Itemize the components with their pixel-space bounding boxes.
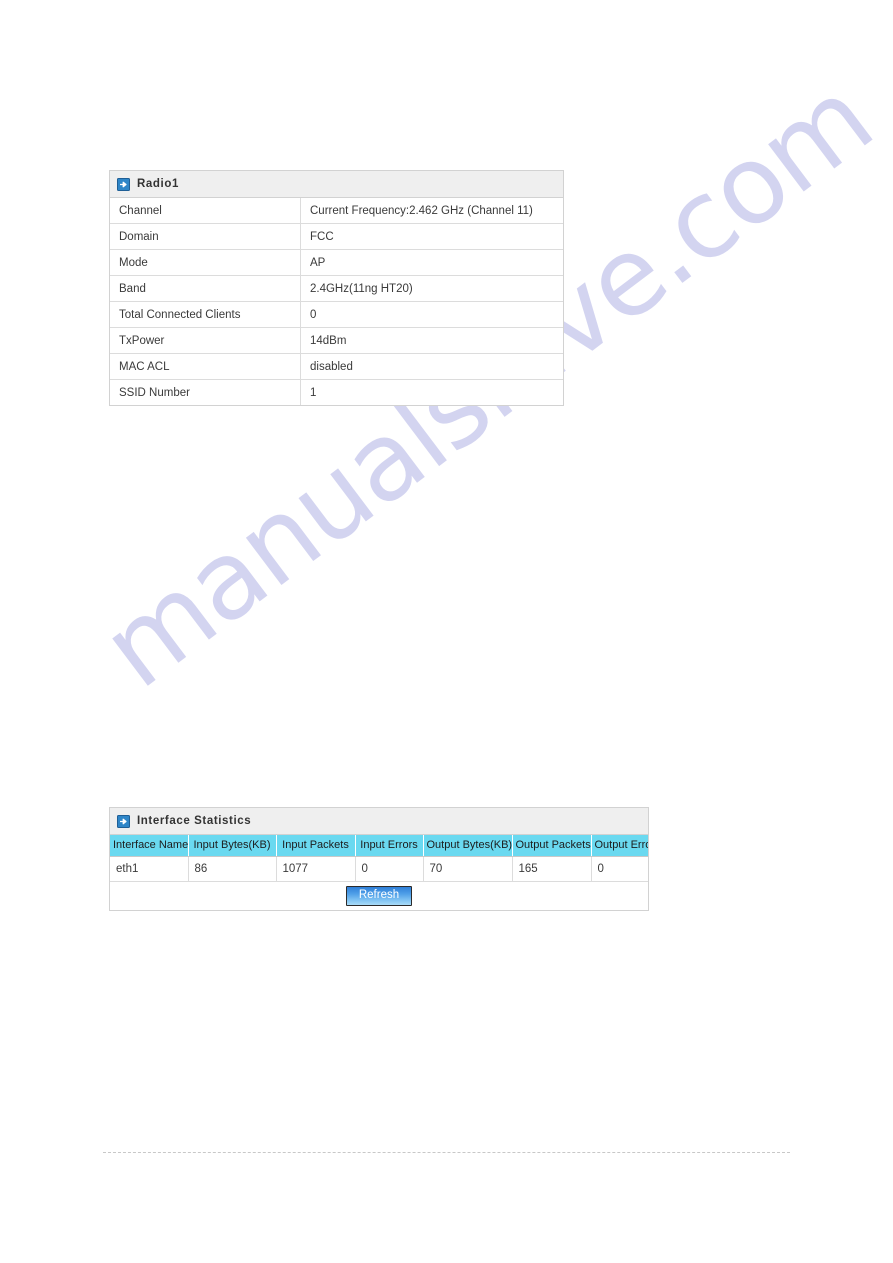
radio1-panel-header: Radio1 [110,171,563,198]
table-row: Band 2.4GHz(11ng HT20) [110,275,563,302]
interface-statistics-table: Interface Name Input Bytes(KB) Input Pac… [110,835,648,910]
interface-statistics-panel-header: Interface Statistics [110,808,648,835]
radio1-info-table: Channel Current Frequency:2.462 GHz (Cha… [110,198,563,405]
column-header-interface-name: Interface Name [110,835,189,857]
table-row: Channel Current Frequency:2.462 GHz (Cha… [110,198,563,224]
column-header-input-errors: Input Errors [355,835,424,857]
row-label-mac-acl: MAC ACL [110,353,301,380]
row-label-txpower: TxPower [110,327,301,354]
row-value-channel: Current Frequency:2.462 GHz (Channel 11) [310,204,533,217]
table-row: SSID Number 1 [110,379,563,405]
row-label-domain: Domain [110,223,301,250]
row-label-ssid-number: SSID Number [110,379,301,405]
table-row: Domain FCC [110,223,563,250]
cell-output-packets: 165 [512,856,592,882]
page-footer-divider [103,1152,790,1153]
column-header-input-bytes: Input Bytes(KB) [188,835,277,857]
column-header-input-packets: Input Packets [276,835,356,857]
row-label-total-connected-clients: Total Connected Clients [110,301,301,328]
row-value-total-connected-clients: 0 [300,301,563,328]
row-label-band: Band [110,275,301,302]
row-value-domain: FCC [300,223,563,250]
cell-input-packets: 1077 [276,856,356,882]
column-header-output-errors: Output Errors [591,835,648,857]
row-value-ssid-number: 1 [300,379,563,405]
cell-input-bytes: 86 [188,856,277,882]
table-footer-row: Refresh [110,881,648,910]
table-row: TxPower 14dBm [110,327,563,354]
radio1-panel-title: Radio1 [137,178,179,190]
interface-statistics-panel-title: Interface Statistics [137,815,252,827]
table-row: Total Connected Clients 0 [110,301,563,328]
row-label-mode: Mode [110,249,301,276]
blue-arrow-icon [117,814,130,828]
table-row: Mode AP [110,249,563,276]
cell-output-bytes: 70 [423,856,513,882]
column-header-output-bytes: Output Bytes(KB) [423,835,513,857]
row-value-band: 2.4GHz(11ng HT20) [300,275,563,302]
row-label-channel: Channel [110,198,301,224]
table-row: MAC ACL disabled [110,353,563,380]
row-value-mode: AP [300,249,563,276]
cell-interface-name: eth1 [110,856,189,882]
row-value-txpower: 14dBm [300,327,563,354]
column-header-output-packets: Output Packets [512,835,592,857]
refresh-button-container: Refresh [110,881,648,910]
row-value-mac-acl: disabled [300,353,563,380]
cell-output-errors: 0 [591,856,648,882]
cell-input-errors: 0 [355,856,424,882]
refresh-button[interactable]: Refresh [345,886,413,906]
table-row: eth1 86 1077 0 70 165 0 [110,856,648,882]
interface-statistics-panel: Interface Statistics Interface Name Inpu… [109,807,649,911]
radio1-panel: Radio1 Channel Current Frequency:2.462 G… [109,170,564,406]
blue-arrow-icon [117,177,130,191]
table-header-row: Interface Name Input Bytes(KB) Input Pac… [110,835,648,857]
